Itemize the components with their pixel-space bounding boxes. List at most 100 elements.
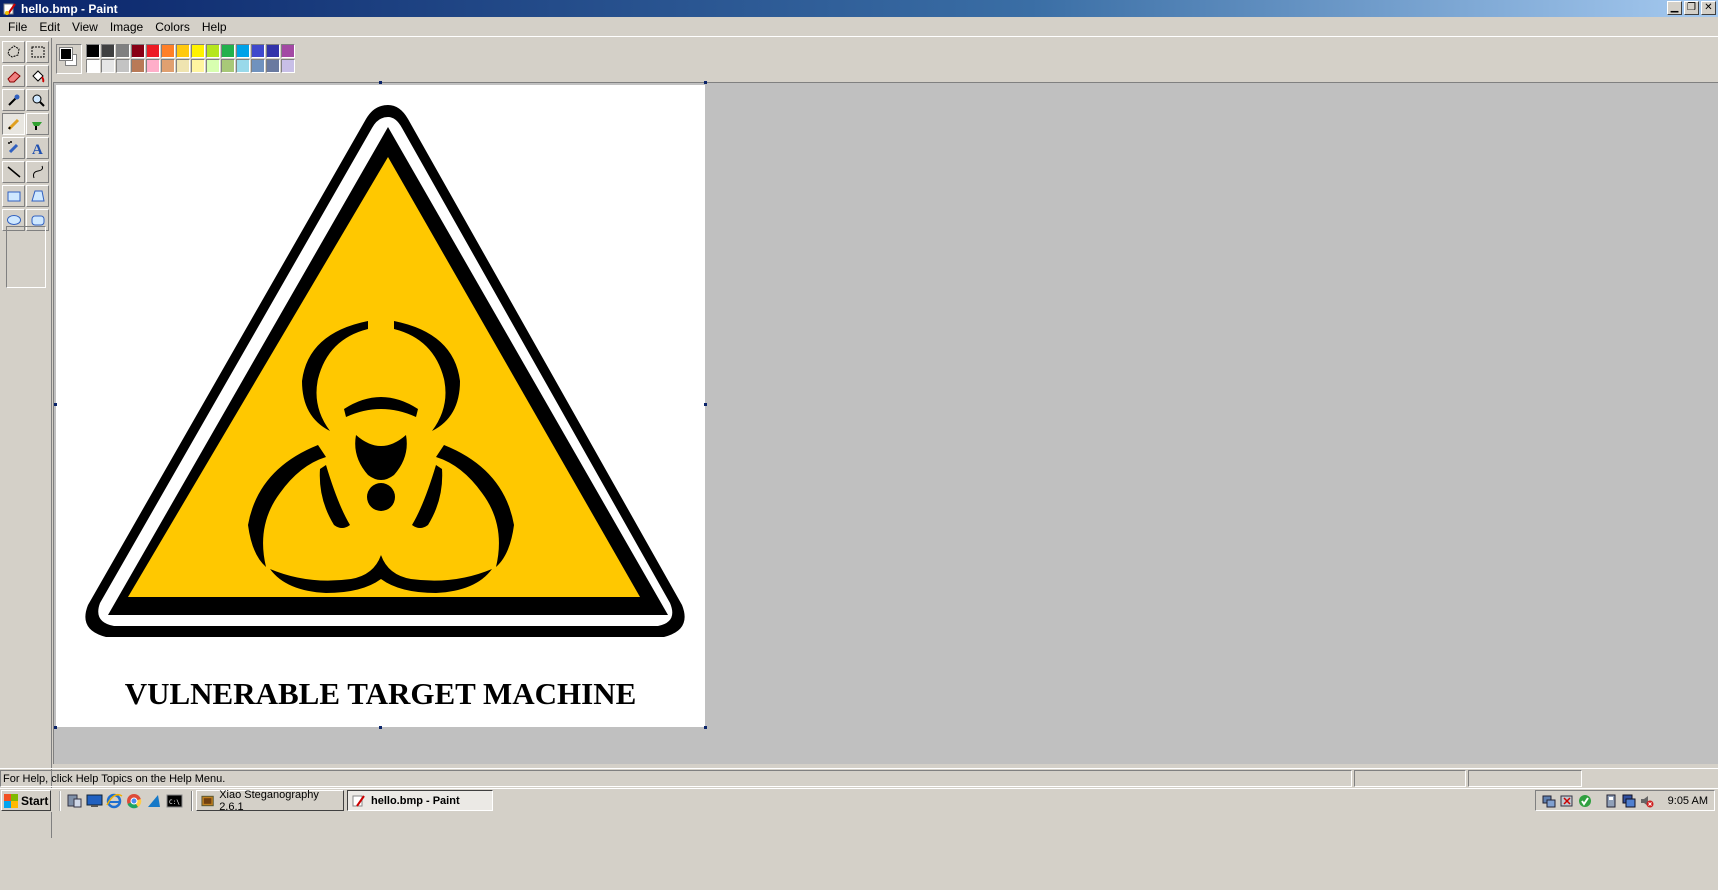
palette-swatch[interactable]: [116, 44, 130, 58]
palette-swatch[interactable]: [101, 59, 115, 73]
palette-swatch[interactable]: [236, 59, 250, 73]
security-alert-icon[interactable]: [1560, 794, 1574, 808]
paint-icon: [352, 794, 365, 807]
paint-bucket-icon: [31, 70, 44, 83]
rectangle-icon: [7, 191, 20, 202]
palette-swatch[interactable]: [221, 59, 235, 73]
task-xiao-steganography[interactable]: Xiao Steganography 2.6.1: [196, 788, 344, 813]
palette-swatch[interactable]: [266, 44, 280, 58]
chrome-icon[interactable]: [126, 793, 143, 809]
checkmark-status-icon[interactable]: [1578, 794, 1592, 808]
yellow-triangle: [128, 157, 640, 597]
eraser-tool[interactable]: [2, 65, 25, 87]
palette-swatch[interactable]: [146, 44, 160, 58]
palette-swatch[interactable]: [176, 44, 190, 58]
menu-file[interactable]: File: [2, 18, 33, 36]
curve-tool[interactable]: [26, 161, 49, 183]
palette-swatch[interactable]: [191, 44, 205, 58]
task-paint[interactable]: hello.bmp - Paint: [347, 790, 493, 811]
palette-swatch[interactable]: [101, 44, 115, 58]
menu-view[interactable]: View: [66, 18, 104, 36]
resize-handle-bottom[interactable]: [379, 726, 382, 729]
color-palette: [86, 44, 295, 73]
palette-swatch[interactable]: [86, 44, 100, 58]
show-desktop-icon[interactable]: [86, 793, 103, 809]
pick-color-tool[interactable]: [2, 89, 25, 111]
polygon-tool[interactable]: [26, 185, 49, 207]
palette-swatch[interactable]: [131, 59, 145, 73]
pencil-tool[interactable]: [2, 113, 25, 135]
internet-explorer-icon[interactable]: [106, 793, 123, 809]
palette-swatch[interactable]: [131, 44, 145, 58]
task-label: Xiao Steganography 2.6.1: [219, 788, 319, 813]
close-icon: ✕: [1704, 2, 1713, 13]
resize-handle-right[interactable]: [704, 403, 707, 406]
fill-tool[interactable]: [26, 65, 49, 87]
menu-colors[interactable]: Colors: [149, 18, 196, 36]
image-canvas[interactable]: VULNERABLE TARGET MACHINE: [56, 85, 705, 727]
palette-swatch[interactable]: [206, 44, 220, 58]
palette-swatch[interactable]: [191, 59, 205, 73]
foreground-color[interactable]: [59, 47, 73, 61]
rectangle-tool[interactable]: [2, 185, 25, 207]
free-form-select-icon: [6, 45, 20, 58]
minimize-icon: ▁: [1670, 2, 1679, 13]
palette-swatch[interactable]: [266, 59, 280, 73]
title-bar: hello.bmp - Paint ▁ ❐ ✕: [0, 0, 1718, 17]
rectangle-select-tool[interactable]: [26, 41, 49, 63]
airbrush-tool[interactable]: [2, 137, 25, 159]
palette-swatch[interactable]: [281, 59, 295, 73]
svg-text:C:\: C:\: [169, 799, 180, 806]
start-label: Start: [21, 793, 49, 808]
palette-swatch[interactable]: [161, 59, 175, 73]
palette-swatch[interactable]: [146, 59, 160, 73]
brush-tool[interactable]: [26, 113, 49, 135]
free-form-select-tool[interactable]: [2, 41, 25, 63]
device-icon[interactable]: [1604, 794, 1618, 808]
minimize-button[interactable]: ▁: [1667, 1, 1682, 15]
palette-swatch[interactable]: [86, 59, 100, 73]
server-manager-icon[interactable]: [66, 793, 83, 809]
current-colors[interactable]: [56, 44, 82, 74]
text-tool[interactable]: A: [26, 137, 49, 159]
network-status-icon[interactable]: [1542, 794, 1556, 808]
palette-swatch[interactable]: [251, 44, 265, 58]
magnifier-tool[interactable]: [26, 89, 49, 111]
wireshark-icon[interactable]: [146, 793, 163, 809]
tool-options-box[interactable]: [6, 226, 46, 288]
network-connection-icon[interactable]: [1622, 794, 1636, 808]
resize-handle-top-right[interactable]: [704, 81, 707, 84]
clock[interactable]: 9:05 AM: [1668, 795, 1708, 807]
text-icon: A: [32, 142, 43, 156]
status-help-text: For Help, click Help Topics on the Help …: [0, 769, 1352, 787]
palette-swatch[interactable]: [236, 44, 250, 58]
menu-image[interactable]: Image: [104, 18, 149, 36]
close-button[interactable]: ✕: [1701, 1, 1716, 15]
status-position: [1354, 769, 1466, 787]
command-prompt-icon[interactable]: C:\: [166, 793, 183, 809]
resize-handle-top[interactable]: [379, 81, 382, 84]
palette-swatch[interactable]: [251, 59, 265, 73]
svg-text:A: A: [32, 142, 43, 156]
menu-help[interactable]: Help: [196, 18, 233, 36]
resize-handle-left[interactable]: [54, 403, 57, 406]
xiao-steganography-icon: [201, 795, 214, 806]
menu-bar: File Edit View Image Colors Help: [0, 17, 1718, 37]
palette-swatch[interactable]: [176, 59, 190, 73]
restore-button[interactable]: ❐: [1684, 1, 1699, 15]
start-button[interactable]: Start: [1, 790, 51, 811]
palette-swatch[interactable]: [281, 44, 295, 58]
menu-edit[interactable]: Edit: [33, 18, 66, 36]
palette-swatch[interactable]: [116, 59, 130, 73]
volume-muted-icon[interactable]: [1640, 794, 1654, 808]
palette-swatch[interactable]: [161, 44, 175, 58]
palette-swatch[interactable]: [206, 59, 220, 73]
resize-handle-bottom-right[interactable]: [704, 726, 707, 729]
system-tray: 9:05 AM: [1534, 790, 1715, 811]
pencil-icon: [7, 118, 19, 131]
palette-swatch[interactable]: [221, 44, 235, 58]
resize-handle-bottom-left[interactable]: [54, 726, 57, 729]
line-tool[interactable]: [2, 161, 25, 183]
paint-app-icon: [3, 2, 16, 15]
taskbar: Start C:\ Xiao Steganography 2.6.1 hello…: [0, 788, 1718, 813]
